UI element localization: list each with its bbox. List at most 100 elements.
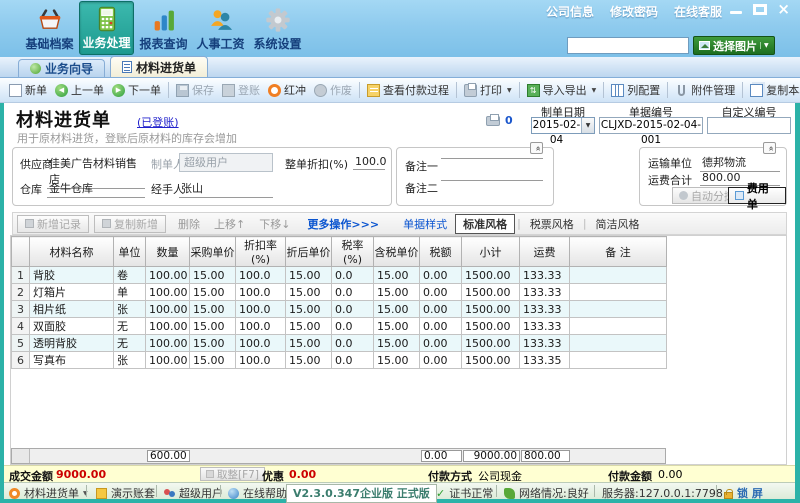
table-cell[interactable]: 15.00 — [374, 301, 420, 318]
table-cell[interactable]: 100.00 — [146, 301, 190, 318]
table-cell[interactable]: 15.00 — [190, 267, 236, 284]
table-cell[interactable]: 1500.00 — [462, 335, 520, 352]
table-cell[interactable]: 15.00 — [374, 335, 420, 352]
column-header[interactable]: 含税单价 — [374, 237, 420, 267]
table-cell[interactable]: 1500.00 — [462, 352, 520, 369]
table-cell[interactable] — [570, 352, 667, 369]
remark2-field[interactable] — [441, 179, 543, 181]
collapse-button[interactable]: « — [530, 142, 543, 154]
add-row-button[interactable]: 新增记录 — [17, 215, 89, 233]
table-cell[interactable]: 100.0 — [236, 284, 286, 301]
table-cell[interactable]: 15.00 — [374, 318, 420, 335]
print-button[interactable]: 打印▼ — [460, 80, 516, 100]
table-cell[interactable]: 100.00 — [146, 318, 190, 335]
table-cell[interactable]: 133.33 — [520, 267, 570, 284]
table-cell[interactable]: 1500.00 — [462, 318, 520, 335]
move-down-link[interactable]: 下移↓ — [259, 216, 290, 232]
table-cell[interactable]: 0.0 — [332, 267, 374, 284]
lock-screen-button[interactable]: 锁 屏 — [724, 485, 763, 501]
table-cell[interactable]: 1500.00 — [462, 284, 520, 301]
maximize-button[interactable] — [753, 4, 767, 15]
warehouse-field[interactable]: 金牛仓库 — [47, 180, 145, 198]
style-tax-invoice[interactable]: 税票风格 — [523, 215, 581, 233]
handler-field[interactable]: 张山 — [179, 180, 273, 198]
table-cell[interactable]: 0.0 — [332, 318, 374, 335]
tab-business-wizard[interactable]: 业务向导 — [18, 59, 105, 77]
table-cell[interactable]: 15.00 — [286, 301, 332, 318]
table-cell[interactable]: 0.0 — [332, 301, 374, 318]
table-cell[interactable]: 15.00 — [286, 267, 332, 284]
view-payment-button[interactable]: 查看付款过程 — [363, 80, 453, 100]
table-cell[interactable]: 133.33 — [520, 318, 570, 335]
company-info-link[interactable]: 公司信息 — [546, 3, 594, 20]
column-config-button[interactable]: 列配置 — [607, 80, 664, 100]
table-cell[interactable]: 15.00 — [190, 318, 236, 335]
table-cell[interactable]: 15.00 — [190, 352, 236, 369]
collapse-button[interactable]: « — [763, 142, 776, 154]
table-cell[interactable]: 100.00 — [146, 267, 190, 284]
row-number[interactable]: 3 — [12, 301, 30, 318]
table-cell[interactable]: 写真布 — [30, 352, 114, 369]
delete-row-link[interactable]: 删除 — [178, 216, 200, 232]
table-cell[interactable]: 15.00 — [286, 335, 332, 352]
post-account-button[interactable]: 登账 — [218, 80, 264, 100]
table-cell[interactable]: 100.0 — [236, 301, 286, 318]
column-header[interactable]: 运费 — [520, 237, 570, 267]
table-cell[interactable]: 100.0 — [236, 318, 286, 335]
table-cell[interactable]: 133.35 — [520, 352, 570, 369]
table-cell[interactable]: 15.00 — [286, 352, 332, 369]
custom-no-input[interactable] — [707, 117, 791, 134]
table-cell[interactable]: 15.00 — [190, 284, 236, 301]
date-combobox[interactable]: 2015-02-04 ▼ — [531, 117, 595, 134]
discount-amount-value[interactable]: 0.00 — [289, 468, 316, 481]
table-cell[interactable]: 100.0 — [236, 352, 286, 369]
row-number[interactable]: 4 — [12, 318, 30, 335]
table-cell[interactable] — [570, 301, 667, 318]
table-cell[interactable]: 15.00 — [286, 318, 332, 335]
table-cell[interactable]: 133.33 — [520, 335, 570, 352]
prev-doc-button[interactable]: ◀上一单 — [51, 80, 108, 100]
column-header[interactable]: 折扣率(%) — [236, 237, 286, 267]
table-cell[interactable]: 0.00 — [420, 352, 462, 369]
table-cell[interactable]: 100.00 — [146, 284, 190, 301]
move-up-link[interactable]: 上移↑ — [214, 216, 245, 232]
new-doc-button[interactable]: 新单 — [5, 80, 51, 100]
table-cell[interactable]: 1500.00 — [462, 267, 520, 284]
style-standard[interactable]: 标准风格 — [455, 214, 515, 234]
table-cell[interactable]: 双面胶 — [30, 318, 114, 335]
column-header[interactable]: 小计 — [462, 237, 520, 267]
table-cell[interactable]: 133.33 — [520, 284, 570, 301]
column-header[interactable]: 税额 — [420, 237, 462, 267]
transport-field[interactable]: 德邦物流 — [700, 154, 780, 172]
close-button[interactable]: × — [777, 4, 790, 15]
copy-add-row-button[interactable]: 复制新增 — [94, 215, 166, 233]
row-number[interactable]: 5 — [12, 335, 30, 352]
table-cell[interactable]: 100.00 — [146, 335, 190, 352]
fee-doc-button[interactable]: 费用单 — [728, 187, 786, 204]
attachment-button[interactable]: 附件管理 — [671, 80, 739, 100]
table-cell[interactable]: 相片纸 — [30, 301, 114, 318]
table-cell[interactable]: 背胶 — [30, 267, 114, 284]
online-help-link[interactable]: 在线帮助 — [228, 485, 287, 501]
posted-status-link[interactable]: (已登账) — [137, 114, 179, 130]
table-cell[interactable]: 灯箱片 — [30, 284, 114, 301]
nav-item-reports[interactable]: 报表查询 — [136, 1, 191, 55]
select-image-button[interactable]: 选择图片 ▼ — [693, 36, 775, 55]
change-password-link[interactable]: 修改密码 — [610, 3, 658, 20]
table-cell[interactable]: 0.00 — [420, 284, 462, 301]
table-cell[interactable] — [570, 284, 667, 301]
import-export-button[interactable]: ⇅导入导出▼ — [523, 80, 601, 100]
column-header[interactable]: 材料名称 — [30, 237, 114, 267]
column-header[interactable]: 备 注 — [570, 237, 667, 267]
more-actions-link[interactable]: 更多操作>>> — [307, 216, 379, 232]
table-cell[interactable] — [570, 267, 667, 284]
column-header[interactable]: 税率(%) — [332, 237, 374, 267]
row-number[interactable]: 1 — [12, 267, 30, 284]
nav-item-settings[interactable]: 系统设置 — [250, 1, 305, 55]
table-cell[interactable]: 0.00 — [420, 335, 462, 352]
minimize-button[interactable] — [729, 4, 743, 15]
table-cell[interactable]: 0.00 — [420, 301, 462, 318]
table-cell[interactable]: 0.0 — [332, 335, 374, 352]
nav-item-hr-payroll[interactable]: 人事工资 — [193, 1, 248, 55]
table-cell[interactable]: 0.00 — [420, 267, 462, 284]
